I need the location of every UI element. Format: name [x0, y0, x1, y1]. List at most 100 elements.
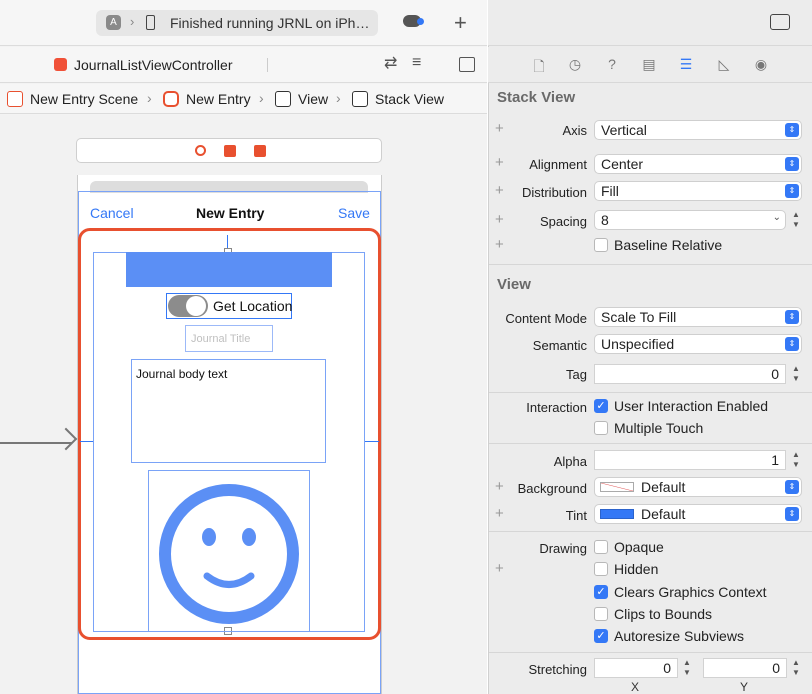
file-inspector-icon[interactable]: 🗋	[530, 56, 548, 74]
semantic-value: Unspecified	[601, 336, 675, 352]
tag-field[interactable]: 0	[594, 364, 786, 384]
popup-arrows-icon: ⇕	[785, 310, 799, 324]
opaque-checkbox[interactable]	[594, 540, 608, 554]
multiple-touch-checkbox[interactable]	[594, 421, 608, 435]
rating-image-view[interactable]	[148, 470, 310, 632]
journal-title-placeholder: Journal Title	[191, 333, 251, 345]
switch-knob	[186, 296, 206, 316]
spacing-stepper[interactable]: ▲ ▼	[790, 210, 802, 230]
stretch-x-field[interactable]: 0	[594, 658, 678, 678]
background-label: Background	[517, 481, 587, 496]
semantic-label: Semantic	[532, 338, 587, 353]
axis-label: Axis	[562, 123, 587, 138]
journal-title-field[interactable]: Journal Title	[185, 325, 273, 352]
split-editor-icon[interactable]	[459, 57, 475, 72]
user-interaction-checkbox[interactable]: ✓	[594, 399, 608, 413]
breadcrumb-new-entry[interactable]: New Entry	[186, 91, 251, 107]
alignment-popup[interactable]: Center ⇕	[594, 154, 802, 174]
spacing-label: Spacing	[540, 214, 587, 229]
history-inspector-icon[interactable]: ◷	[566, 56, 584, 74]
editor-tab-bar: JournalListViewController ⇄ ≡	[0, 47, 487, 83]
journal-body-textview[interactable]: Journal body text	[131, 359, 326, 463]
help-inspector-icon[interactable]: ?	[603, 56, 621, 74]
location-switch[interactable]	[168, 295, 208, 317]
scene-dock[interactable]	[76, 138, 382, 163]
cancel-button[interactable]: Cancel	[90, 205, 134, 221]
section-divider	[489, 531, 812, 532]
background-popup[interactable]: Default ⇕	[594, 477, 802, 497]
clears-graphics-checkbox[interactable]: ✓	[594, 585, 608, 599]
autoresize-label: Autoresize Subviews	[614, 628, 744, 644]
section-divider	[489, 443, 812, 444]
tint-color-swatch	[600, 509, 634, 519]
tag-stepper[interactable]: ▲ ▼	[790, 364, 802, 384]
chevron-right-icon: ›	[336, 90, 341, 106]
stretch-y-field[interactable]: 0	[703, 658, 787, 678]
first-responder-icon[interactable]	[224, 145, 236, 157]
distribution-value: Fill	[601, 183, 619, 199]
clears-graphics-label: Clears Graphics Context	[614, 584, 767, 600]
baseline-relative-checkbox[interactable]	[594, 238, 608, 252]
add-icon[interactable]: +	[454, 10, 467, 36]
opaque-label: Opaque	[614, 539, 664, 555]
swift-file-icon	[54, 58, 67, 71]
alpha-label: Alpha	[553, 454, 587, 469]
section-divider	[489, 392, 812, 393]
clips-to-bounds-checkbox[interactable]	[594, 607, 608, 621]
storyboard-canvas[interactable]: Cancel New Entry Save Get Location Journ…	[0, 115, 487, 694]
hidden-checkbox[interactable]	[594, 562, 608, 576]
popup-arrows-icon: ⇕	[785, 337, 799, 351]
connections-inspector-icon[interactable]: ◉	[752, 56, 770, 74]
save-button[interactable]: Save	[338, 205, 370, 221]
view-icon	[275, 91, 291, 107]
get-location-label: Get Location	[213, 298, 293, 314]
alignment-label: Alignment	[529, 157, 587, 172]
baseline-relative-label: Baseline Relative	[614, 237, 723, 253]
popup-arrows-icon: ⇕	[785, 507, 799, 521]
swap-icon[interactable]: ⇄	[384, 53, 397, 73]
breadcrumb-scene[interactable]: New Entry Scene	[30, 91, 138, 107]
alpha-field[interactable]: 1	[594, 450, 786, 470]
identity-inspector-icon[interactable]: ▤	[640, 56, 658, 74]
tint-label: Tint	[565, 508, 587, 523]
cloud-badge-icon	[417, 18, 424, 25]
autoresize-checkbox[interactable]: ✓	[594, 629, 608, 643]
stack-view-section-title: Stack View	[497, 89, 576, 106]
axis-popup[interactable]: Vertical ⇕	[594, 120, 802, 140]
semantic-popup[interactable]: Unspecified ⇕	[594, 334, 802, 354]
size-inspector-icon[interactable]: ◺	[715, 56, 733, 74]
alpha-stepper[interactable]: ▲ ▼	[790, 450, 802, 470]
chevron-down-icon: ⌄	[772, 212, 781, 223]
breadcrumb-view[interactable]: View	[298, 91, 328, 107]
add-variation-icon[interactable]: +	[495, 560, 504, 577]
view-section-title: View	[497, 276, 531, 293]
lines-icon[interactable]: ≡	[412, 54, 421, 72]
tint-value: Default	[641, 506, 686, 522]
breadcrumb-stack-view[interactable]: Stack View	[375, 91, 444, 107]
tab-divider	[267, 58, 268, 72]
exit-icon[interactable]	[254, 145, 266, 157]
editor-area: A › Finished running JRNL on iPh… + Jour…	[0, 0, 487, 694]
smiley-face-icon	[159, 484, 299, 624]
sidebar-toggle-icon[interactable]	[770, 14, 790, 30]
window-toolbar: A › Finished running JRNL on iPh… +	[0, 0, 487, 46]
file-tab[interactable]: JournalListViewController	[74, 57, 232, 73]
image-placeholder-bar	[126, 252, 332, 287]
vc-dock-icon[interactable]	[195, 145, 206, 156]
section-divider	[489, 264, 812, 265]
attributes-inspector-icon[interactable]: ☰	[677, 56, 695, 74]
background-value: Default	[641, 479, 686, 495]
stretch-y-stepper[interactable]: ▲ ▼	[790, 658, 802, 678]
tint-popup[interactable]: Default ⇕	[594, 504, 802, 524]
stretching-label: Stretching	[528, 662, 587, 677]
user-interaction-label: User Interaction Enabled	[614, 398, 769, 414]
stretch-x-stepper[interactable]: ▲ ▼	[681, 658, 693, 678]
activity-status[interactable]: A › Finished running JRNL on iPh…	[96, 10, 378, 36]
stack-view-icon	[352, 91, 368, 107]
distribution-popup[interactable]: Fill ⇕	[594, 181, 802, 201]
spacing-combo[interactable]: 8 ⌄	[594, 210, 786, 230]
add-variation-icon[interactable]: +	[495, 236, 504, 253]
content-mode-popup[interactable]: Scale To Fill ⇕	[594, 307, 802, 327]
inspector-toolbar	[488, 0, 812, 46]
scene-icon	[7, 91, 23, 107]
